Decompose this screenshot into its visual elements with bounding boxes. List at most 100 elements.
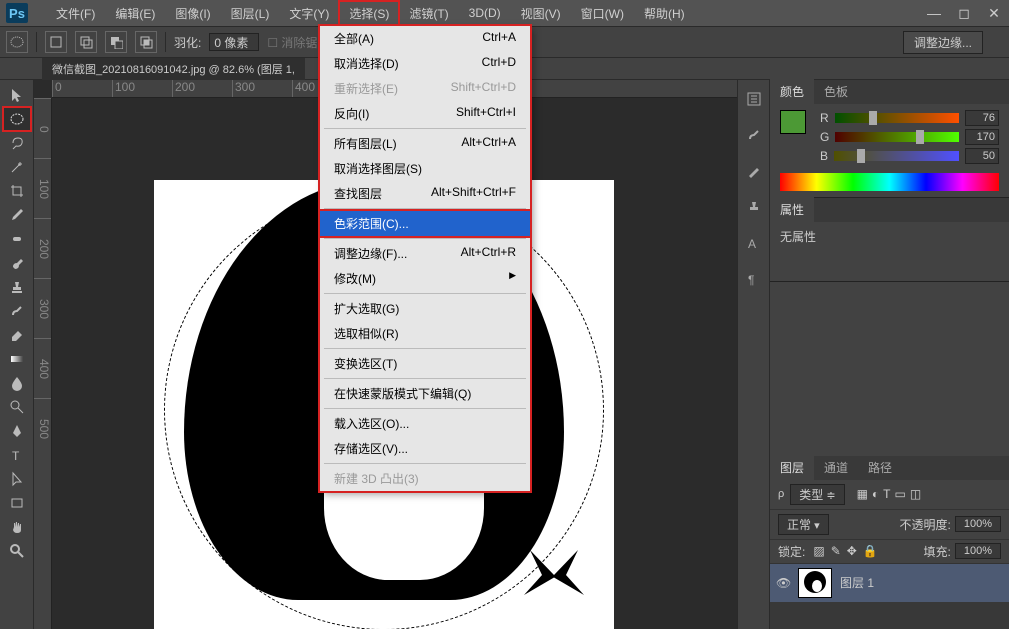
menu-item[interactable]: 全部(A)Ctrl+A: [320, 26, 530, 51]
eyedropper-tool[interactable]: [4, 204, 30, 226]
properties-panel: 无属性: [770, 222, 1009, 282]
brush-icon[interactable]: [744, 162, 764, 180]
menu-view[interactable]: 视图(V): [511, 1, 571, 26]
lasso-tool[interactable]: [4, 132, 30, 154]
menu-edit[interactable]: 编辑(E): [105, 1, 165, 26]
lock-transparency-icon[interactable]: ▨: [813, 544, 824, 558]
menu-item[interactable]: 选取相似(R): [320, 321, 530, 346]
menu-item[interactable]: 所有图层(L)Alt+Ctrl+A: [320, 131, 530, 156]
stamp-tool[interactable]: [4, 276, 30, 298]
pen-tool[interactable]: [4, 420, 30, 442]
b-slider[interactable]: [834, 151, 959, 161]
visibility-icon[interactable]: 👁: [776, 576, 790, 590]
close-button[interactable]: ✕: [979, 3, 1009, 23]
g-value[interactable]: [965, 129, 999, 145]
paths-tab[interactable]: 路径: [858, 455, 902, 480]
feather-input[interactable]: [209, 33, 259, 51]
menu-window[interactable]: 窗口(W): [571, 1, 634, 26]
menu-item[interactable]: 载入选区(O)...: [320, 411, 530, 436]
filter-adjust-icon[interactable]: ◐: [872, 487, 879, 501]
healing-tool[interactable]: [4, 228, 30, 250]
menu-item[interactable]: 取消选择(D)Ctrl+D: [320, 51, 530, 76]
b-value[interactable]: [965, 148, 999, 164]
layer-thumbnail[interactable]: [798, 568, 832, 598]
lock-paint-icon[interactable]: ✎: [831, 544, 841, 558]
svg-text:T: T: [12, 449, 20, 463]
lock-position-icon[interactable]: ✥: [847, 544, 857, 558]
filter-shape-icon[interactable]: ▭: [895, 487, 906, 501]
history-icon[interactable]: [744, 90, 764, 108]
move-tool[interactable]: [4, 84, 30, 106]
paragraph-icon[interactable]: ¶: [744, 270, 764, 288]
color-tab[interactable]: 颜色: [770, 79, 814, 104]
fill-value[interactable]: 100%: [955, 543, 1001, 559]
tool-preset-icon[interactable]: [6, 31, 28, 53]
menu-filter[interactable]: 滤镜(T): [399, 1, 458, 26]
menu-help[interactable]: 帮助(H): [634, 1, 695, 26]
shape-tool[interactable]: [4, 492, 30, 514]
menu-image[interactable]: 图像(I): [165, 1, 220, 26]
menu-item[interactable]: 修改(M)▶: [320, 266, 530, 291]
minimize-button[interactable]: —: [919, 3, 949, 23]
path-select-tool[interactable]: [4, 468, 30, 490]
gradient-tool[interactable]: [4, 348, 30, 370]
magic-wand-tool[interactable]: [4, 156, 30, 178]
filter-pixel-icon[interactable]: ▦: [857, 487, 868, 501]
spectrum-bar[interactable]: [780, 173, 999, 191]
sel-subtract-icon[interactable]: [105, 31, 127, 53]
menu-item[interactable]: 取消选择图层(S): [320, 156, 530, 181]
menu-item[interactable]: 存储选区(V)...: [320, 436, 530, 461]
menu-item[interactable]: 反向(I)Shift+Ctrl+I: [320, 101, 530, 126]
menu-3d[interactable]: 3D(D): [459, 2, 511, 24]
r-slider[interactable]: [835, 113, 959, 123]
filter-smart-icon[interactable]: ◫: [910, 487, 921, 501]
dodge-tool[interactable]: [4, 396, 30, 418]
menu-file[interactable]: 文件(F): [46, 1, 105, 26]
blur-tool[interactable]: [4, 372, 30, 394]
sel-intersect-icon[interactable]: [135, 31, 157, 53]
menu-item[interactable]: 在快速蒙版模式下编辑(Q): [320, 381, 530, 406]
menu-item[interactable]: 色彩范围(C)...: [320, 211, 530, 236]
menu-item[interactable]: 扩大选取(G): [320, 296, 530, 321]
lock-all-icon[interactable]: 🔒: [863, 544, 878, 558]
marquee-tool[interactable]: [4, 108, 30, 130]
g-slider[interactable]: [835, 132, 959, 142]
character-icon[interactable]: A: [744, 234, 764, 252]
opacity-value[interactable]: 100%: [955, 516, 1001, 532]
menu-item[interactable]: 变换选区(T): [320, 351, 530, 376]
menu-item[interactable]: 查找图层Alt+Shift+Ctrl+F: [320, 181, 530, 206]
sel-new-icon[interactable]: [45, 31, 67, 53]
refine-edge-button[interactable]: 调整边缘...: [903, 31, 983, 54]
blend-mode-select[interactable]: 正常 ▾: [778, 514, 829, 535]
document-tab[interactable]: 微信截图_20210816091042.jpg @ 82.6% (图层 1,: [42, 58, 305, 80]
menu-layer[interactable]: 图层(L): [221, 1, 280, 26]
hand-tool[interactable]: [4, 516, 30, 538]
menu-type[interactable]: 文字(Y): [279, 1, 339, 26]
sel-add-icon[interactable]: [75, 31, 97, 53]
menu-select[interactable]: 选择(S): [339, 1, 399, 26]
maximize-button[interactable]: ◻: [949, 3, 979, 23]
filter-type-icon[interactable]: T: [883, 487, 890, 501]
properties-tab[interactable]: 属性: [770, 197, 814, 222]
clone-source-icon[interactable]: [744, 198, 764, 216]
foreground-swatch[interactable]: [780, 110, 806, 134]
channels-tab[interactable]: 通道: [814, 455, 858, 480]
panel-dock: A ¶: [737, 80, 769, 629]
layers-tab[interactable]: 图层: [770, 455, 814, 480]
right-panels: 颜色 色板 R G B 属性 无属性 图层 通: [769, 80, 1009, 629]
menu-item[interactable]: 调整边缘(F)...Alt+Ctrl+R: [320, 241, 530, 266]
layer-kind-select[interactable]: 类型 ≑: [790, 484, 844, 505]
zoom-tool[interactable]: [4, 540, 30, 562]
layer-name[interactable]: 图层 1: [840, 574, 874, 591]
swatches-tab[interactable]: 色板: [814, 79, 858, 104]
brush-tool[interactable]: [4, 252, 30, 274]
history-brush-tool[interactable]: [4, 300, 30, 322]
fill-label: 填充:: [924, 543, 951, 560]
lock-label: 锁定:: [778, 543, 805, 560]
eraser-tool[interactable]: [4, 324, 30, 346]
type-tool[interactable]: T: [4, 444, 30, 466]
brush-preset-icon[interactable]: [744, 126, 764, 144]
r-value[interactable]: [965, 110, 999, 126]
layer-row[interactable]: 👁 图层 1: [770, 564, 1009, 602]
crop-tool[interactable]: [4, 180, 30, 202]
